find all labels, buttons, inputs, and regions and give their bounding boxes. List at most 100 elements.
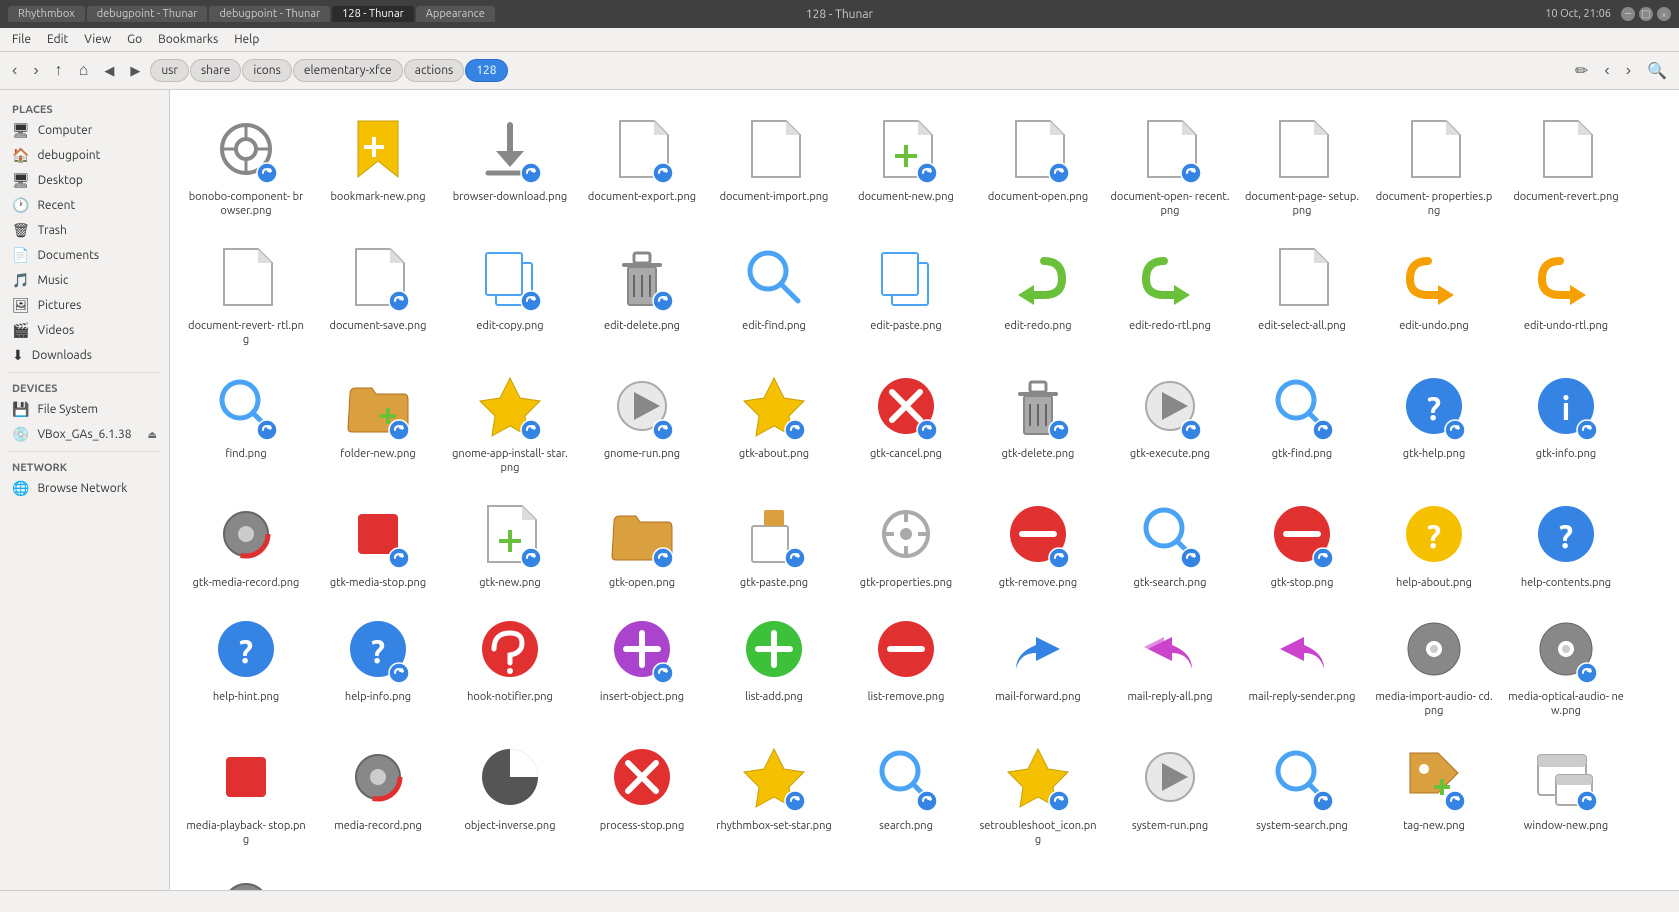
file-item-gtk-info[interactable]: i gtk-info.png xyxy=(1502,359,1630,484)
file-item-gtk-properties[interactable]: gtk-properties.png xyxy=(842,488,970,598)
file-item-xfburn-burn-cd[interactable]: xfburn-burn-cd.png xyxy=(182,859,310,890)
forward-button[interactable]: › xyxy=(27,58,44,84)
breadcrumb-usr[interactable]: usr xyxy=(150,59,189,82)
minimize-button[interactable]: ─ xyxy=(1621,7,1635,21)
sidebar-item-debugpoint[interactable]: 🏠debugpoint xyxy=(0,143,169,168)
file-item-list-add[interactable]: list-add.png xyxy=(710,602,838,727)
file-item-gtk-stop[interactable]: gtk-stop.png xyxy=(1238,488,1366,598)
file-item-browser-download[interactable]: browser-download.png xyxy=(446,102,574,227)
file-item-gtk-cancel[interactable]: gtk-cancel.png xyxy=(842,359,970,484)
titlebar-tab-appearance[interactable]: Appearance xyxy=(416,6,495,22)
file-item-document-import[interactable]: document-import.png xyxy=(710,102,838,227)
file-item-rhythmbox-set-star[interactable]: rhythmbox-set-star.png xyxy=(710,731,838,856)
file-item-find[interactable]: find.png xyxy=(182,359,310,484)
file-item-document-revert[interactable]: document-revert.png xyxy=(1502,102,1630,227)
menu-item-go[interactable]: Go xyxy=(119,31,150,48)
next-tab-button[interactable]: › xyxy=(1620,57,1637,85)
menu-item-bookmarks[interactable]: Bookmarks xyxy=(150,31,226,48)
edit-location-button[interactable]: ✏ xyxy=(1569,57,1594,85)
file-item-edit-select-all[interactable]: edit-select-all.png xyxy=(1238,231,1366,356)
breadcrumb-128[interactable]: 128 xyxy=(465,59,507,82)
titlebar-tab-debugpoint1[interactable]: debugpoint - Thunar xyxy=(87,6,208,22)
up-button[interactable]: ↑ xyxy=(49,58,69,84)
file-item-document-new[interactable]: document-new.png xyxy=(842,102,970,227)
sidebar-item-recent[interactable]: 🕐Recent xyxy=(0,193,169,218)
file-item-mail-forward[interactable]: mail-forward.png xyxy=(974,602,1102,727)
file-item-gtk-execute[interactable]: gtk-execute.png xyxy=(1106,359,1234,484)
file-item-edit-paste[interactable]: edit-paste.png xyxy=(842,231,970,356)
file-item-gnome-run[interactable]: gnome-run.png xyxy=(578,359,706,484)
prev-tab-button[interactable]: ‹ xyxy=(1598,57,1615,85)
breadcrumb-elementary-xfce[interactable]: elementary-xfce xyxy=(293,59,403,82)
file-item-document-open-recent[interactable]: document-open- recent.png xyxy=(1106,102,1234,227)
close-button[interactable]: × xyxy=(1657,7,1671,21)
file-item-gtk-remove[interactable]: gtk-remove.png xyxy=(974,488,1102,598)
file-item-gtk-open[interactable]: gtk-open.png xyxy=(578,488,706,598)
prev-location-button[interactable]: ◀ xyxy=(98,59,120,83)
menu-item-help[interactable]: Help xyxy=(226,31,267,48)
file-item-gtk-media-stop[interactable]: gtk-media-stop.png xyxy=(314,488,442,598)
file-item-document-page-setup[interactable]: document-page- setup.png xyxy=(1238,102,1366,227)
file-item-system-search[interactable]: system-search.png xyxy=(1238,731,1366,856)
breadcrumb-actions[interactable]: actions xyxy=(404,59,464,82)
breadcrumb-icons[interactable]: icons xyxy=(242,59,292,82)
file-item-help-info[interactable]: ? help-info.png xyxy=(314,602,442,727)
sidebar-item-filesystem[interactable]: 💾File System xyxy=(0,397,169,422)
menu-item-edit[interactable]: Edit xyxy=(39,31,76,48)
file-item-help-hint[interactable]: ? help-hint.png xyxy=(182,602,310,727)
titlebar-tab-rhythmbox[interactable]: Rhythmbox xyxy=(8,6,85,22)
next-location-button[interactable]: ▶ xyxy=(124,59,146,83)
file-item-insert-object[interactable]: insert-object.png xyxy=(578,602,706,727)
file-item-search[interactable]: search.png xyxy=(842,731,970,856)
file-item-gtk-paste[interactable]: gtk-paste.png xyxy=(710,488,838,598)
file-item-edit-delete[interactable]: edit-delete.png xyxy=(578,231,706,356)
file-item-document-export[interactable]: document-export.png xyxy=(578,102,706,227)
file-item-bonobo-component-browser[interactable]: bonobo-component- browser.png xyxy=(182,102,310,227)
file-item-gnome-app-install-star[interactable]: gnome-app-install- star.png xyxy=(446,359,574,484)
file-item-document-save[interactable]: document-save.png xyxy=(314,231,442,356)
window-buttons[interactable]: ─ □ × xyxy=(1621,7,1671,21)
sidebar-item-browse-network[interactable]: 🌐Browse Network xyxy=(0,476,169,501)
sidebar-item-videos[interactable]: 🎬Videos xyxy=(0,318,169,343)
sidebar-item-trash[interactable]: 🗑Trash xyxy=(0,218,169,243)
file-item-gtk-delete[interactable]: gtk-delete.png xyxy=(974,359,1102,484)
file-item-process-stop[interactable]: process-stop.png xyxy=(578,731,706,856)
sidebar-item-documents[interactable]: 📄Documents xyxy=(0,243,169,268)
file-item-gtk-find[interactable]: gtk-find.png xyxy=(1238,359,1366,484)
file-item-system-run[interactable]: system-run.png xyxy=(1106,731,1234,856)
file-item-folder-new[interactable]: folder-new.png xyxy=(314,359,442,484)
sidebar-item-computer[interactable]: 🖥Computer xyxy=(0,118,169,143)
file-item-mail-reply-sender[interactable]: mail-reply-sender.png xyxy=(1238,602,1366,727)
sidebar-item-vbox[interactable]: 💿VBox_GAs_6.1.38⏏ xyxy=(0,422,169,447)
file-item-edit-redo[interactable]: edit-redo.png xyxy=(974,231,1102,356)
file-item-setroubleshoot-icon[interactable]: setroubleshoot_icon.pn g xyxy=(974,731,1102,856)
file-item-media-optical-audio-new[interactable]: media-optical-audio- new.png xyxy=(1502,602,1630,727)
home-button[interactable]: ⌂ xyxy=(73,58,95,84)
titlebar-tab-debugpoint2[interactable]: debugpoint - Thunar xyxy=(209,6,330,22)
file-item-gtk-new[interactable]: gtk-new.png xyxy=(446,488,574,598)
file-item-edit-copy[interactable]: edit-copy.png xyxy=(446,231,574,356)
file-item-edit-undo[interactable]: edit-undo.png xyxy=(1370,231,1498,356)
file-item-edit-redo-rtl[interactable]: edit-redo-rtl.png xyxy=(1106,231,1234,356)
sidebar-item-desktop[interactable]: 🖥Desktop xyxy=(0,168,169,193)
file-item-gtk-about[interactable]: gtk-about.png xyxy=(710,359,838,484)
file-item-list-remove[interactable]: list-remove.png xyxy=(842,602,970,727)
file-item-gtk-help[interactable]: ? gtk-help.png xyxy=(1370,359,1498,484)
file-item-mail-reply-all[interactable]: mail-reply-all.png xyxy=(1106,602,1234,727)
menu-item-view[interactable]: View xyxy=(76,31,119,48)
back-button[interactable]: ‹ xyxy=(6,58,23,84)
file-item-hook-notifier[interactable]: hook-notifier.png xyxy=(446,602,574,727)
file-item-object-inverse[interactable]: object-inverse.png xyxy=(446,731,574,856)
file-item-document-revert-rtl[interactable]: document-revert- rtl.png xyxy=(182,231,310,356)
file-item-tag-new[interactable]: tag-new.png xyxy=(1370,731,1498,856)
menu-item-file[interactable]: File xyxy=(4,31,39,48)
file-item-document-open[interactable]: document-open.png xyxy=(974,102,1102,227)
sidebar-item-pictures[interactable]: 🖼Pictures xyxy=(0,293,169,318)
file-item-media-record[interactable]: media-record.png xyxy=(314,731,442,856)
maximize-button[interactable]: □ xyxy=(1639,7,1653,21)
file-item-edit-find[interactable]: edit-find.png xyxy=(710,231,838,356)
file-item-media-import-audio-cd[interactable]: media-import-audio- cd.png xyxy=(1370,602,1498,727)
titlebar-tab-128-thunar[interactable]: 128 - Thunar xyxy=(332,6,414,22)
file-item-help-about[interactable]: ? help-about.png xyxy=(1370,488,1498,598)
file-item-help-contents[interactable]: ? help-contents.png xyxy=(1502,488,1630,598)
